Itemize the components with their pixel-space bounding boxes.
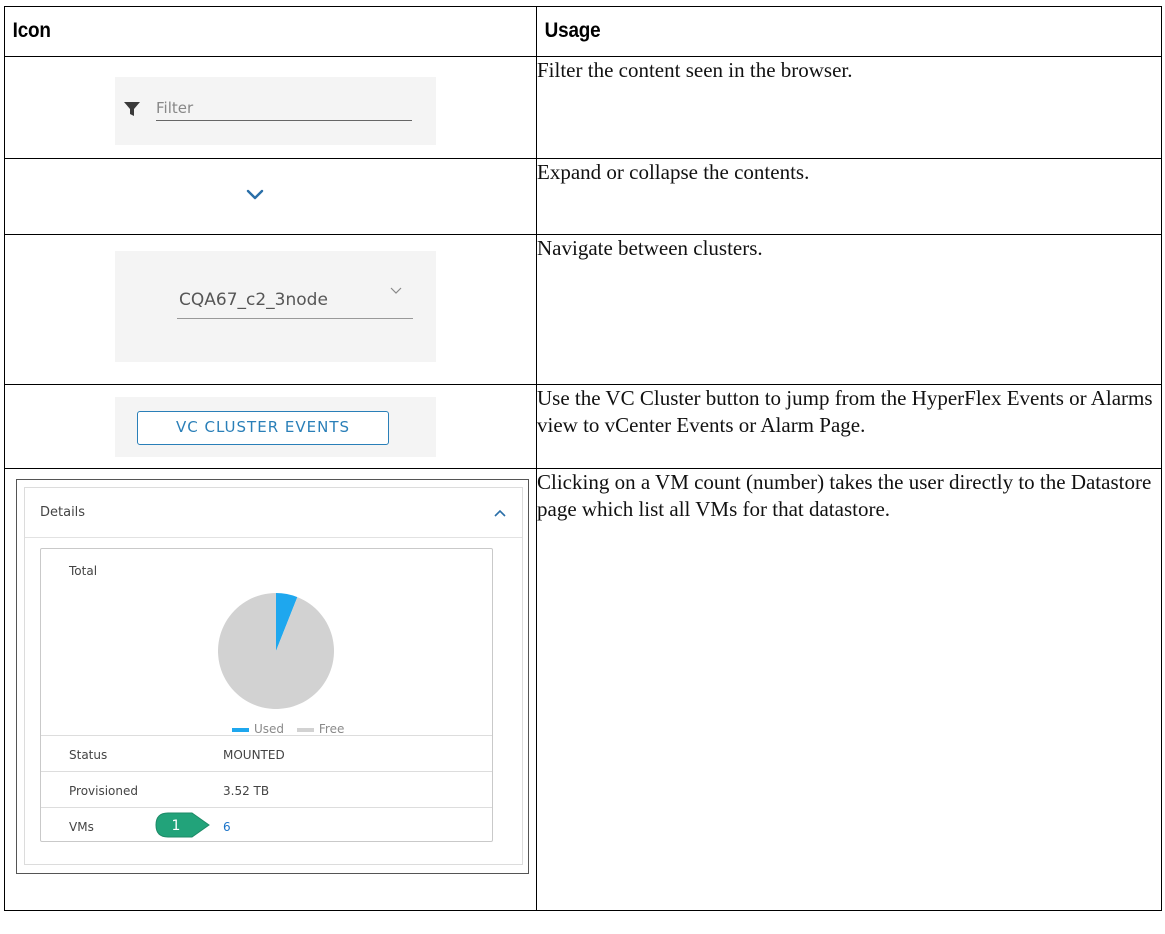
usage-text: Navigate between clusters. — [536, 234, 1162, 385]
callout-number: 1 — [172, 818, 181, 834]
table-row: VC CLUSTER EVENTS Use the VC Cluster but… — [4, 384, 1162, 469]
filter-widget: Filter — [115, 77, 436, 145]
chevron-down-icon — [390, 287, 402, 294]
vm-count-link[interactable]: 6 — [223, 820, 231, 834]
icon-cell: Filter — [4, 56, 537, 159]
legend-used-swatch — [232, 727, 249, 732]
header-icon: Icon — [4, 6, 484, 57]
vms-row: VMs 1 6 — [41, 807, 492, 842]
usage-text: Use the VC Cluster button to jump from t… — [536, 384, 1162, 469]
icon-cell: CQA67_c2_3node — [4, 234, 537, 385]
table-row: CQA67_c2_3node Navigate between clusters… — [4, 234, 1162, 385]
datastore-card: Total Used Free Status MOUNTED Provision… — [40, 548, 493, 842]
pie-slice-free — [218, 593, 334, 709]
filter-funnel-icon — [124, 102, 140, 116]
details-screenshot: Details Total Used Free Status MOUNTED P… — [16, 479, 529, 874]
cluster-name: CQA67_c2_3node — [179, 290, 328, 310]
provisioned-value: 3.52 TB — [223, 784, 270, 798]
filter-input[interactable]: Filter — [156, 99, 412, 121]
table-row: Expand or collapse the contents. — [4, 158, 1162, 235]
status-row: Status MOUNTED — [41, 735, 492, 770]
table-row: Details Total Used Free Status MOUNTED P… — [4, 468, 1162, 911]
details-header[interactable]: Details — [25, 488, 522, 538]
header-usage: Usage — [536, 6, 1100, 57]
icon-cell: Details Total Used Free Status MOUNTED P… — [4, 468, 537, 911]
chart-legend: Used Free — [232, 722, 344, 736]
provisioned-row: Provisioned 3.52 TB — [41, 771, 492, 806]
icon-cell: VC CLUSTER EVENTS — [4, 384, 537, 469]
total-label: Total — [69, 564, 98, 578]
provisioned-label: Provisioned — [69, 784, 139, 798]
legend-free-label: Free — [318, 722, 345, 736]
usage-text: Filter the content seen in the browser. — [536, 56, 1162, 159]
legend-used-label: Used — [254, 722, 285, 736]
chevron-up-icon[interactable] — [494, 509, 506, 517]
table-row: Filter Filter the content seen in the br… — [4, 56, 1162, 159]
cluster-selector-widget: CQA67_c2_3node — [115, 251, 436, 362]
details-title: Details — [40, 505, 86, 520]
usage-pie-chart — [218, 593, 334, 709]
chevron-down-icon[interactable] — [246, 189, 264, 201]
icon-usage-table: Icon Usage Filter Filter the content see… — [4, 6, 1162, 911]
usage-text: Expand or collapse the contents. — [536, 158, 1162, 235]
icon-cell — [4, 158, 537, 235]
vms-label: VMs — [69, 820, 94, 834]
callout-badge: 1 — [155, 812, 210, 838]
vc-cluster-events-button[interactable]: VC CLUSTER EVENTS — [137, 411, 389, 445]
status-label: Status — [69, 748, 108, 762]
details-panel: Details Total Used Free Status MOUNTED P… — [24, 487, 523, 865]
status-value: MOUNTED — [223, 748, 285, 762]
filter-placeholder: Filter — [156, 99, 194, 117]
cluster-dropdown[interactable]: CQA67_c2_3node — [177, 285, 413, 319]
vc-button-widget: VC CLUSTER EVENTS — [115, 397, 436, 457]
legend-free-swatch — [296, 727, 314, 732]
usage-text: Clicking on a VM count (number) takes th… — [536, 468, 1162, 911]
